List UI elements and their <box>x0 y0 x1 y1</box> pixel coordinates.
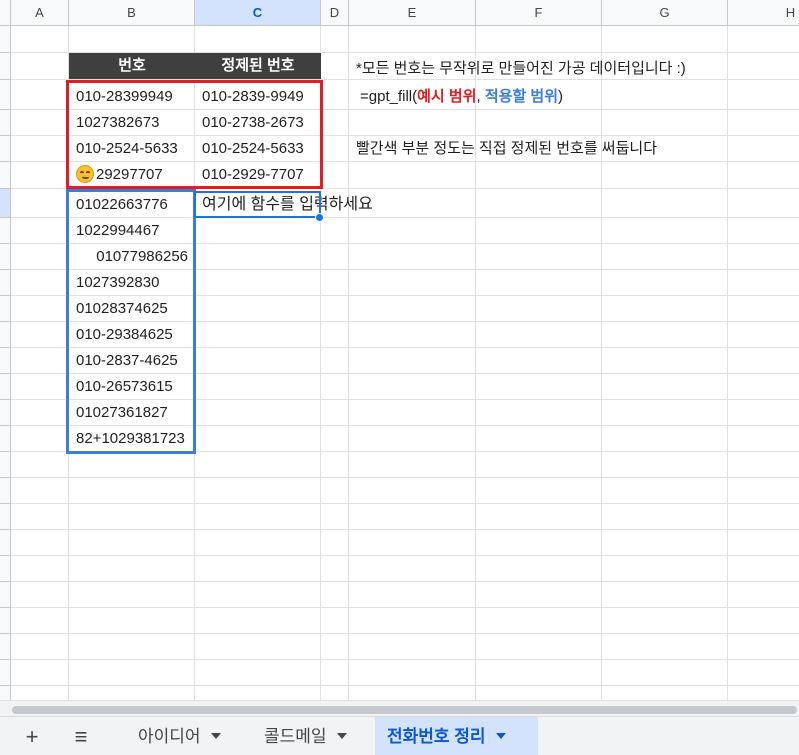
row-header[interactable] <box>0 556 11 582</box>
column-header-a[interactable]: A <box>11 0 69 26</box>
row-header[interactable] <box>0 162 11 189</box>
row-header[interactable] <box>0 686 11 700</box>
example-raw-cell[interactable]: 010-28399949 <box>69 84 195 110</box>
example-raw-cell[interactable]: 010-2524-5633 <box>69 136 195 162</box>
row-header[interactable] <box>0 582 11 608</box>
row-header[interactable] <box>0 530 11 556</box>
chevron-down-icon[interactable] <box>210 733 221 739</box>
row-header[interactable] <box>0 504 11 530</box>
tab-phone-cleanup[interactable]: 전화번호 정리 <box>375 717 538 755</box>
row-header[interactable] <box>0 189 11 218</box>
tab-ideas-label: 아이디어 <box>138 727 201 746</box>
row-header[interactable] <box>0 136 11 162</box>
formula-separator: , <box>476 88 485 105</box>
example-clean-cell[interactable]: 010-2929-7707 <box>195 162 321 188</box>
row-header[interactable] <box>0 296 11 322</box>
row-header[interactable] <box>0 374 11 400</box>
row-header[interactable] <box>0 26 11 53</box>
formula-target-cell[interactable]: 여기에 함수를 입력하세요 <box>195 192 395 218</box>
apply-number-cell[interactable]: 010-29384625 <box>69 322 195 348</box>
row-header[interactable] <box>0 322 11 348</box>
spreadsheet-grid[interactable]: A B C D E F G H 번호 정제된 번호 010-28399949 0… <box>0 0 799 700</box>
row-header[interactable] <box>0 53 11 80</box>
formula-prefix: =gpt_fill( <box>360 88 418 105</box>
formula-apply-range-label: 적용할 범위 <box>484 88 559 105</box>
header-cell-number[interactable]: 번호 <box>69 53 195 79</box>
row-header[interactable] <box>0 426 11 452</box>
apply-number-cell[interactable]: 01022663776 <box>69 192 195 218</box>
row-header[interactable] <box>0 452 11 478</box>
row-header[interactable] <box>0 110 11 136</box>
formula-example-range-label: 예시 범위 <box>417 88 477 105</box>
example-clean-cell[interactable]: 010-2839-9949 <box>195 84 321 110</box>
example-raw-value: 29297707 <box>96 166 163 183</box>
horizontal-scrollbar-thumb[interactable] <box>12 706 797 714</box>
formula-example-note[interactable]: =gpt_fill(예시 범위, 적용할 범위) <box>353 84 793 110</box>
sheet-tab-bar: + ≡ 아이디어 콜드메일 전화번호 정리 <box>0 716 799 755</box>
apply-number-cell[interactable]: 010-26573615 <box>69 374 195 400</box>
apply-number-cell[interactable]: 010-2837-4625 <box>69 348 195 374</box>
apply-number-cell[interactable]: 82+1029381723 <box>69 426 195 452</box>
apply-number-cell[interactable]: 01027361827 <box>69 400 195 426</box>
tab-cold-mail[interactable]: 콜드메일 <box>252 717 370 755</box>
all-sheets-menu-icon[interactable]: ≡ <box>64 717 98 755</box>
row-header[interactable] <box>0 478 11 504</box>
row-header[interactable] <box>0 348 11 374</box>
smiling-face-emoji-icon <box>76 165 94 183</box>
fill-handle[interactable] <box>315 213 324 222</box>
header-cell-clean-number[interactable]: 정제된 번호 <box>195 53 321 79</box>
apply-number-cell[interactable]: 01028374625 <box>69 296 195 322</box>
row-header[interactable] <box>0 608 11 634</box>
row-header[interactable] <box>0 218 11 244</box>
example-raw-cell[interactable]: 1027382673 <box>69 110 195 136</box>
column-header-b[interactable]: B <box>69 0 195 26</box>
formula-suffix: ) <box>558 88 564 105</box>
apply-number-cell[interactable]: 01077986256 <box>69 244 195 270</box>
column-header-f[interactable]: F <box>476 0 602 26</box>
column-header-h[interactable]: H <box>728 0 799 26</box>
chevron-down-icon[interactable] <box>336 733 347 739</box>
disclaimer-note[interactable]: *모든 번호는 무작위로 만들어진 가공 데이터입니다 :) <box>349 56 789 82</box>
row-header[interactable] <box>0 244 11 270</box>
row-header[interactable] <box>0 400 11 426</box>
add-sheet-button[interactable]: + <box>16 717 48 755</box>
row-header[interactable] <box>0 80 11 110</box>
tab-phone-cleanup-label: 전화번호 정리 <box>387 727 486 746</box>
row-header[interactable] <box>0 660 11 686</box>
row-header[interactable] <box>0 634 11 660</box>
column-header-e[interactable]: E <box>349 0 476 26</box>
apply-number-cell[interactable]: 1027392830 <box>69 270 195 296</box>
tab-cold-mail-label: 콜드메일 <box>264 727 327 746</box>
horizontal-scrollbar[interactable] <box>0 700 799 716</box>
chevron-down-icon[interactable] <box>495 733 506 739</box>
column-header-d[interactable]: D <box>321 0 349 26</box>
row-header[interactable] <box>0 270 11 296</box>
example-clean-cell[interactable]: 010-2738-2673 <box>195 110 321 136</box>
tab-ideas[interactable]: 아이디어 <box>126 717 244 755</box>
select-all-corner[interactable] <box>0 0 11 26</box>
example-raw-cell[interactable]: 29297707 <box>69 162 195 188</box>
hint-note[interactable]: 빨간색 부분 정도는 직접 정제된 번호를 써둡니다 <box>349 136 789 162</box>
apply-number-cell[interactable]: 1022994467 <box>69 218 195 244</box>
example-clean-cell[interactable]: 010-2524-5633 <box>195 136 321 162</box>
column-header-c[interactable]: C <box>195 0 321 26</box>
column-header-g[interactable]: G <box>602 0 728 26</box>
